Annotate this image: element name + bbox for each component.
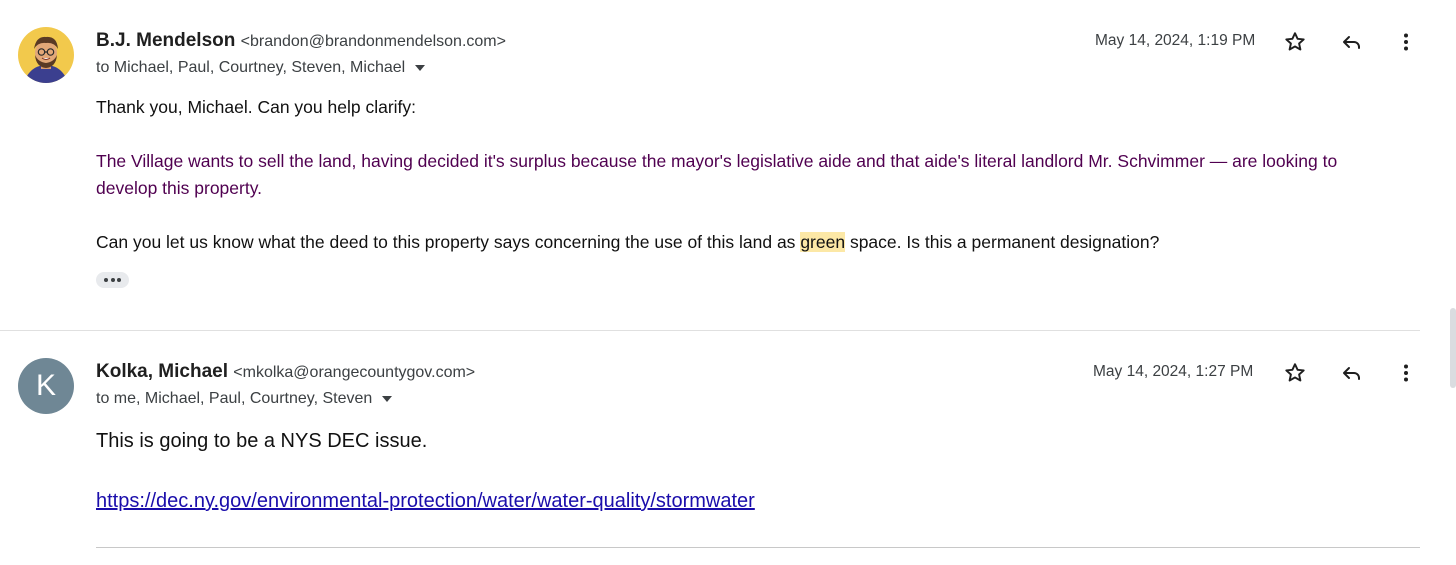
recipients-text: to Michael, Paul, Courtney, Steven, Mich… — [96, 59, 406, 76]
star-button[interactable] — [1279, 357, 1311, 389]
more-options-button[interactable] — [1390, 357, 1422, 389]
more-vert-icon — [1404, 33, 1408, 51]
show-trimmed-content-button[interactable] — [96, 272, 129, 288]
recipients-line: to me, Michael, Paul, Courtney, Steven — [96, 390, 393, 408]
chevron-down-icon[interactable] — [415, 65, 426, 71]
sender-name[interactable]: Kolka, Michael — [96, 361, 228, 382]
message-date: May 14, 2024, 1:27 PM — [1093, 363, 1254, 380]
reply-button[interactable] — [1335, 26, 1367, 58]
search-highlight: green — [800, 232, 846, 252]
question-paragraph: Can you let us know what the deed to thi… — [96, 229, 1386, 256]
body-line: This is going to be a NYS DEC issue. — [96, 430, 428, 452]
more-options-button[interactable] — [1390, 26, 1422, 58]
message-date: May 14, 2024, 1:19 PM — [1095, 32, 1256, 49]
stormwater-link[interactable]: https://dec.ny.gov/environmental-protect… — [96, 490, 755, 512]
chevron-down-icon[interactable] — [382, 396, 393, 402]
sender-avatar[interactable]: K — [18, 358, 74, 414]
body-text-after: space. Is this a permanent designation? — [845, 232, 1160, 252]
message-divider — [0, 330, 1420, 331]
quoted-paragraph: The Village wants to sell the land, havi… — [96, 151, 1338, 198]
recipients-text: to me, Michael, Paul, Courtney, Steven — [96, 390, 373, 407]
sender-line: Kolka, Michael <mkolka@orangecountygov.c… — [96, 361, 475, 383]
more-vert-icon — [1404, 364, 1408, 382]
recipients-line: to Michael, Paul, Courtney, Steven, Mich… — [96, 59, 426, 77]
reply-icon — [1343, 36, 1360, 49]
message-link-block: https://dec.ny.gov/environmental-protect… — [96, 487, 1386, 515]
quoted-history-rule — [96, 547, 1420, 548]
sender-name[interactable]: B.J. Mendelson — [96, 30, 235, 51]
body-line: Thank you, Michael. Can you help clarify… — [96, 97, 417, 117]
message-body: Thank you, Michael. Can you help clarify… — [96, 94, 1386, 256]
ellipsis-icon — [104, 278, 109, 282]
scrollbar-thumb[interactable] — [1450, 308, 1456, 388]
star-button[interactable] — [1279, 26, 1311, 58]
body-text-before: Can you let us know what the deed to thi… — [96, 232, 801, 252]
star-icon — [1285, 32, 1305, 51]
sender-avatar[interactable] — [18, 27, 74, 83]
sender-email: <mkolka@orangecountygov.com> — [233, 364, 476, 381]
sender-line: B.J. Mendelson <brandon@brandonmendelson… — [96, 30, 506, 52]
star-icon — [1285, 363, 1305, 382]
avatar-illustration — [18, 27, 74, 83]
reply-icon — [1343, 367, 1360, 380]
message-body: This is going to be a NYS DEC issue. — [96, 427, 1386, 455]
reply-button[interactable] — [1335, 357, 1367, 389]
sender-email: <brandon@brandonmendelson.com> — [240, 33, 506, 50]
